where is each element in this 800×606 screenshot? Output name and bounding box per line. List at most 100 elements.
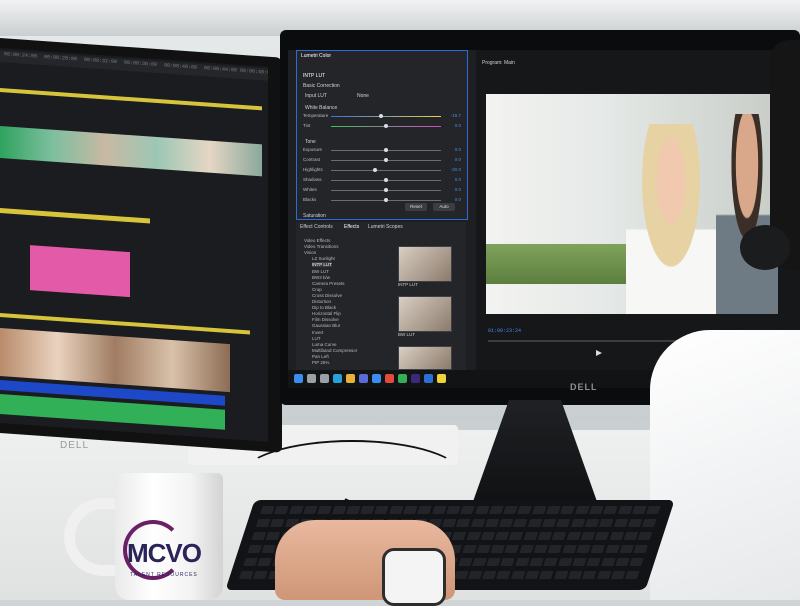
keyboard-key[interactable]: [604, 545, 620, 553]
keyboard-key[interactable]: [627, 519, 643, 527]
keyboard-key[interactable]: [610, 571, 626, 579]
keyboard-key[interactable]: [576, 545, 591, 553]
keyboard-key[interactable]: [482, 571, 497, 579]
keyboard-key[interactable]: [388, 506, 404, 514]
keyboard-key[interactable]: [584, 519, 600, 527]
lut-thumbnail[interactable]: [398, 246, 452, 282]
keyboard-key[interactable]: [560, 506, 575, 514]
keyboard-key[interactable]: [460, 506, 475, 514]
slider-knob[interactable]: [384, 188, 388, 192]
slider-value[interactable]: 0.0: [455, 177, 461, 182]
effects-list-item[interactable]: Gaussian Blur: [312, 323, 340, 328]
sticky-icon[interactable]: [437, 374, 446, 383]
mail-icon[interactable]: [372, 374, 381, 383]
keyboard-key[interactable]: [251, 532, 267, 540]
keyboard-key[interactable]: [467, 571, 483, 579]
slider-knob[interactable]: [384, 124, 388, 128]
keyboard-key[interactable]: [445, 506, 461, 514]
effects-list-item[interactable]: Vision: [304, 250, 316, 255]
keyboard-key[interactable]: [494, 532, 510, 540]
keyboard-key[interactable]: [524, 571, 540, 579]
slider-track[interactable]: [331, 170, 441, 171]
lut-thumbnail[interactable]: [398, 346, 452, 370]
keyboard-key[interactable]: [496, 571, 511, 579]
keyboard-key[interactable]: [633, 545, 649, 553]
keyboard-key[interactable]: [541, 519, 557, 527]
keyboard-key[interactable]: [637, 532, 653, 540]
keyboard-key[interactable]: [288, 506, 304, 514]
effects-list-item[interactable]: INTP LUT: [312, 262, 332, 268]
reset-button[interactable]: Reset: [405, 203, 427, 211]
lut-thumbnail[interactable]: [398, 296, 452, 332]
play-icon[interactable]: [596, 350, 602, 356]
keyboard-key[interactable]: [490, 545, 506, 553]
premiere-icon[interactable]: [411, 374, 420, 383]
keyboard-key[interactable]: [257, 558, 273, 566]
explorer-icon[interactable]: [346, 374, 355, 383]
keyboard-key[interactable]: [466, 532, 481, 540]
chrome-icon[interactable]: [385, 374, 394, 383]
keyboard-key[interactable]: [588, 506, 604, 514]
keyboard-key[interactable]: [403, 506, 418, 514]
effects-list-item[interactable]: Luma Curve: [312, 342, 337, 347]
slider-knob[interactable]: [373, 168, 377, 172]
keyboard-key[interactable]: [590, 545, 606, 553]
keyboard-key[interactable]: [537, 532, 553, 540]
pink-audio-clip[interactable]: [30, 245, 130, 298]
effects-list-item[interactable]: BW LUT: [312, 269, 329, 274]
keyboard-key[interactable]: [551, 532, 567, 540]
keyboard-key[interactable]: [331, 506, 347, 514]
keyboard-key[interactable]: [509, 532, 524, 540]
slider-knob[interactable]: [378, 114, 383, 118]
effects-list-item[interactable]: Camera Presets: [312, 281, 345, 286]
keyboard-key[interactable]: [456, 519, 471, 527]
keyboard-key[interactable]: [523, 532, 538, 540]
keyboard-key[interactable]: [431, 506, 447, 514]
keyboard-key[interactable]: [514, 558, 530, 566]
effects-list-item[interactable]: Cross Dissolve: [312, 293, 342, 298]
slider-value[interactable]: 0.0: [455, 157, 461, 162]
keyboard-key[interactable]: [488, 506, 504, 514]
keyboard-key[interactable]: [527, 519, 543, 527]
keyboard-key[interactable]: [270, 519, 285, 527]
windows-icon[interactable]: [294, 374, 303, 383]
lumetri-tab[interactable]: Lumetri Color: [301, 53, 331, 59]
keyboard-key[interactable]: [572, 558, 587, 566]
slider-value[interactable]: 0.0: [455, 197, 461, 202]
keyboard-key[interactable]: [619, 545, 634, 553]
effects-list-item[interactable]: Video Effects: [304, 238, 330, 243]
keyboard-key[interactable]: [451, 532, 467, 540]
keyboard-key[interactable]: [498, 519, 514, 527]
effects-list-item[interactable]: Video Transitions: [304, 244, 338, 249]
slider-knob[interactable]: [384, 158, 388, 162]
keyboard-key[interactable]: [531, 506, 547, 514]
keyboard-key[interactable]: [533, 545, 548, 553]
keyboard-key[interactable]: [476, 545, 491, 553]
keyboard-key[interactable]: [504, 545, 520, 553]
keyboard-key[interactable]: [574, 506, 590, 514]
keyboard-key[interactable]: [470, 519, 485, 527]
keyboard-key[interactable]: [453, 571, 469, 579]
keyboard-key[interactable]: [553, 571, 569, 579]
keyboard-key[interactable]: [567, 571, 583, 579]
keyboard-key[interactable]: [243, 558, 258, 566]
keyboard-key[interactable]: [625, 571, 640, 579]
keyboard-key[interactable]: [566, 532, 581, 540]
keyboard-key[interactable]: [510, 571, 526, 579]
effects-list-item[interactable]: PIP 25%: [312, 360, 329, 365]
edge-icon[interactable]: [333, 374, 342, 383]
keyboard-key[interactable]: [302, 506, 318, 514]
store-icon[interactable]: [359, 374, 368, 383]
keyboard-key[interactable]: [500, 558, 516, 566]
keyboard-key[interactable]: [609, 532, 624, 540]
keyboard-key[interactable]: [580, 532, 596, 540]
keyboard-key[interactable]: [600, 558, 616, 566]
tab-effect-controls[interactable]: Effect Controls: [300, 224, 333, 230]
keyboard-key[interactable]: [480, 532, 496, 540]
tab-effects[interactable]: Effects: [344, 224, 359, 230]
keyboard-key[interactable]: [617, 506, 633, 514]
slider-track[interactable]: [331, 116, 441, 117]
keyboard-key[interactable]: [374, 506, 390, 514]
slider-knob[interactable]: [384, 178, 388, 182]
spotify-icon[interactable]: [398, 374, 407, 383]
